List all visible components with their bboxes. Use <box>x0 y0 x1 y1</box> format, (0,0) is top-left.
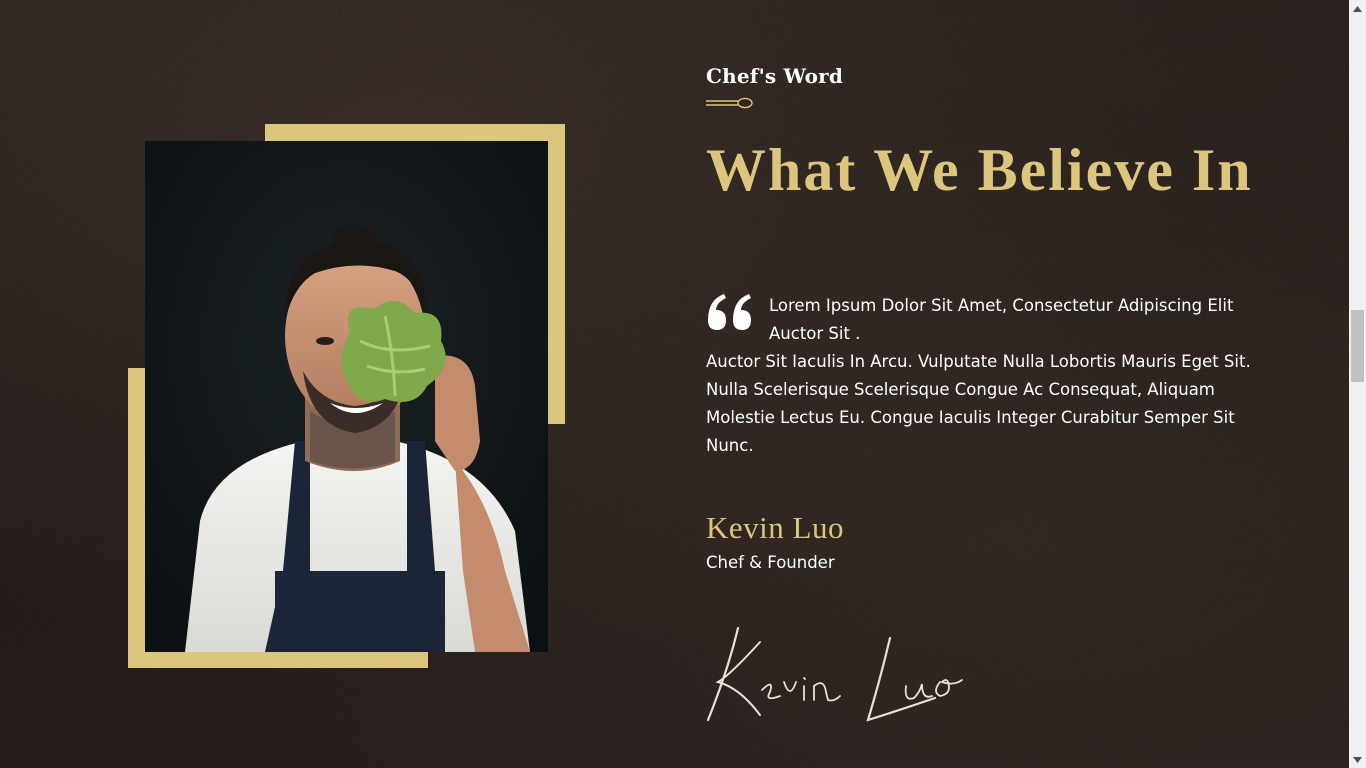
chevron-up-icon[interactable] <box>1349 0 1366 17</box>
chef-role: Chef & Founder <box>706 553 835 572</box>
page-title: What We Believe In <box>706 137 1253 203</box>
chef-name: Kevin Luo <box>706 510 844 545</box>
quote-body-text: Auctor Sit Iaculis In Arcu. Vulputate Nu… <box>706 352 1251 455</box>
chef-photo <box>145 141 548 652</box>
chef-word-section: Chef's Word What We Believe In Lorem Ips… <box>0 0 1349 768</box>
quote-lead-text: Lorem Ipsum Dolor Sit Amet, Consectetur … <box>769 296 1234 343</box>
chef-signature <box>706 626 963 722</box>
quote-icon <box>708 294 751 330</box>
section-eyebrow: Chef's Word <box>706 64 844 88</box>
vertical-scrollbar[interactable] <box>1349 0 1366 768</box>
chevron-down-icon[interactable] <box>1349 751 1366 768</box>
scrollbar-thumb[interactable] <box>1351 310 1364 382</box>
spoon-icon <box>706 97 753 109</box>
